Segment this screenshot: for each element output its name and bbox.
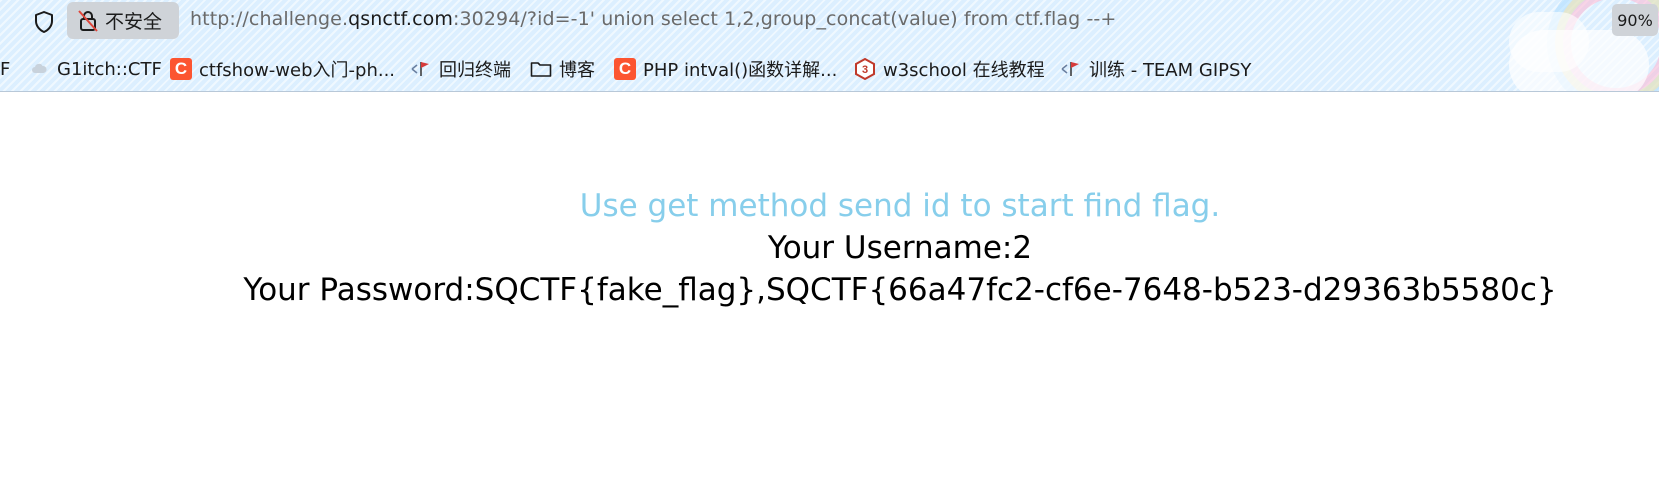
security-label: 不安全 (105, 11, 163, 33)
bookmark-item[interactable]: 训练 - TEAM GIPSY (1060, 52, 1251, 86)
folder-icon (530, 58, 552, 80)
cloud-favicon-icon (28, 58, 50, 80)
flag-favicon-icon (410, 58, 432, 80)
username-result: Your Username:2 (767, 230, 1033, 266)
bookmark-item[interactable]: 博客 (530, 52, 595, 86)
bookmark-label: 博客 (559, 60, 595, 81)
tracking-protection-shield-icon[interactable] (28, 5, 60, 39)
csdn-icon: C (170, 58, 192, 80)
browser-toolbar: 不安全 http://challenge.qsnctf.com:30294/?i… (0, 0, 1659, 92)
page-hint: Use get method send id to start find fla… (579, 188, 1221, 224)
csdn-icon: C (614, 58, 636, 80)
url-suffix: :30294/?id=-1' union select 1,2,group_co… (452, 8, 1117, 30)
insecure-lock-icon (77, 9, 99, 33)
bookmark-label: F (0, 58, 11, 80)
bookmark-label: 回归终端 (439, 60, 511, 81)
bookmark-label: ctfshow-web入门-ph... (199, 60, 396, 81)
address-bar[interactable]: http://challenge.qsnctf.com:30294/?id=-1… (190, 8, 1116, 30)
zoom-level-button[interactable]: 90% (1612, 4, 1658, 36)
bookmarks-bar: F G1itch::CTF C ctfshow-web入门-ph... 回归终端… (0, 52, 1659, 86)
bookmark-item[interactable]: C PHP intval()函数详解... (614, 52, 837, 86)
w3school-icon: 3 (854, 58, 876, 80)
bookmark-item[interactable]: 3 w3school 在线教程 (854, 52, 1045, 86)
svg-text:3: 3 (862, 64, 868, 76)
password-result: Your Password:SQCTF{fake_flag},SQCTF{66a… (243, 272, 1557, 308)
url-host: qsnctf.com (348, 8, 453, 30)
url-prefix: http://challenge. (190, 8, 349, 30)
bookmark-item[interactable]: G1itch::CTF (28, 52, 162, 86)
flag-favicon-icon (1060, 58, 1082, 80)
bookmark-label: G1itch::CTF (57, 58, 162, 80)
bookmark-item[interactable]: F (0, 52, 10, 86)
bookmark-label: PHP intval()函数详解... (643, 60, 838, 81)
bookmark-label: 训练 - TEAM GIPSY (1089, 60, 1252, 81)
bookmark-item[interactable]: C ctfshow-web入门-ph... (170, 52, 395, 86)
bookmark-label: w3school 在线教程 (883, 60, 1045, 81)
bookmark-item[interactable]: 回归终端 (410, 52, 511, 86)
site-security-button[interactable]: 不安全 (67, 2, 179, 39)
